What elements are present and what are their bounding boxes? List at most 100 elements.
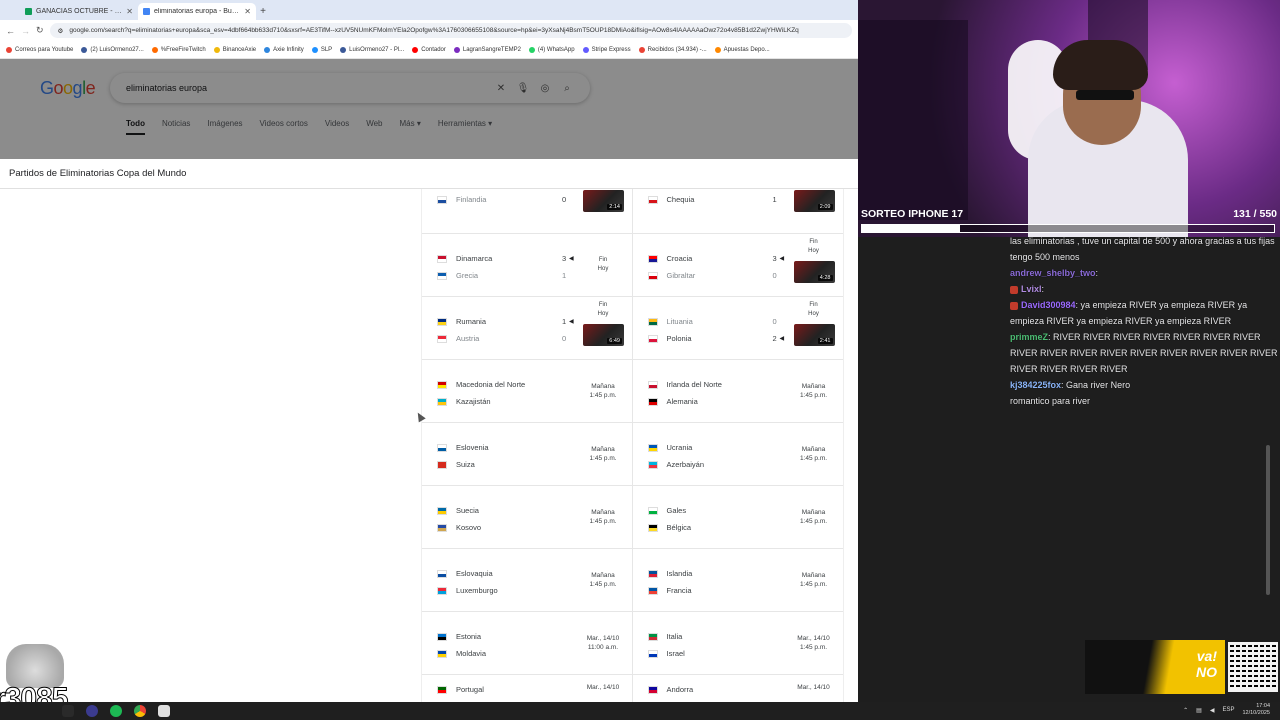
team-name: Portugal — [456, 685, 484, 694]
bookmark-item[interactable]: BinanceAxie — [213, 46, 256, 53]
video-thumbnail[interactable]: 2:41 — [793, 324, 835, 346]
flag-icon — [437, 460, 447, 469]
bookmark-item[interactable]: (4) WhatsApp — [528, 46, 575, 53]
match-card[interactable]: Eslovaquia Luxemburgo Mañana 1:45 p.m. — [422, 549, 633, 611]
match-card[interactable]: Andorra Mar., 14/10 — [633, 675, 844, 702]
team-name: Gales — [666, 506, 687, 515]
video-thumbnail[interactable]: 2:09 — [793, 190, 835, 212]
team-name: Eslovaquia — [456, 569, 493, 578]
chat-scrollbar[interactable] — [1266, 445, 1270, 595]
match-card[interactable]: Suecia Kosovo Mañana 1:45 p.m. — [422, 486, 633, 548]
team: Austria — [437, 334, 479, 343]
chat-username[interactable]: David300984 — [1021, 300, 1076, 310]
bookmark-item[interactable]: Contador — [412, 46, 446, 53]
match-time: Mañana 1:45 p.m. — [589, 446, 617, 462]
giveaway-progress-bar — [861, 224, 1275, 233]
match-row: Eslovenia Suiza Mañana 1:45 p.m. Ucrania Aze… — [422, 423, 843, 486]
chat-username[interactable]: Lvixl — [1021, 284, 1042, 294]
match-row: Rumania 1 ◀ Austria 0 Fin Hoy 6:49 Lituania 0 Pol… — [422, 297, 843, 360]
team: Suecia — [437, 506, 479, 515]
reload-icon[interactable]: ↻ — [36, 25, 44, 36]
team-name: Chequia — [666, 195, 695, 204]
chrome-icon[interactable] — [134, 705, 146, 717]
close-tab-icon[interactable]: ✕ — [244, 7, 251, 16]
team-name: Islandia — [666, 569, 693, 578]
team-name: Alemania — [666, 397, 698, 406]
taskbar: ⌃ ▤ ◀ ESP 17:04 12/10/2025 — [0, 702, 1280, 720]
close-tab-icon[interactable]: ✕ — [126, 7, 133, 16]
chat-username[interactable]: primmeZ — [1010, 332, 1048, 342]
match-status: Fin Hoy — [597, 257, 609, 272]
tray-chevron-icon[interactable]: ⌃ — [1183, 707, 1188, 714]
match-card[interactable]: Gales Bélgica Mañana 1:45 p.m. — [633, 486, 844, 548]
bookmark-item[interactable]: Apuestas Depo... — [714, 46, 770, 53]
bookmark-item[interactable]: %FreeFireTwitch — [151, 46, 206, 53]
match-card[interactable]: Eslovenia Suiza Mañana 1:45 p.m. — [422, 423, 633, 485]
obs-icon[interactable] — [86, 705, 98, 717]
match-card[interactable]: Estonia Moldavia Mar., 14/10 11:00 a.m. — [422, 612, 633, 674]
address-bar[interactable]: ⚙ google.com/search?q=eliminatorias+euro… — [49, 23, 852, 38]
match-card[interactable]: Irlanda del Norte Alemania Mañana 1:45 p.m… — [633, 360, 844, 422]
bookmark-item[interactable]: LagranSangreTEMP2 — [453, 46, 521, 53]
match-card[interactable]: Macedonia del Norte Kazajistán Mañana 1:45… — [422, 360, 633, 422]
bookmark-item[interactable]: Correos para Youtube — [6, 46, 73, 53]
new-tab-button[interactable]: + — [256, 3, 270, 20]
chat-username[interactable]: kj384225fox — [1010, 380, 1061, 390]
match-card[interactable]: Italia Israel Mar., 14/10 1:45 p.m. — [633, 612, 844, 674]
bookmark-item[interactable]: (2) LuisOrmeno27... — [81, 46, 144, 53]
flag-icon — [437, 397, 447, 406]
volume-icon[interactable]: ◀ — [1210, 707, 1215, 714]
back-icon[interactable]: ← — [6, 26, 15, 36]
spotify-icon[interactable] — [110, 705, 122, 717]
bookmark-item[interactable]: Axie Infinity — [264, 46, 304, 53]
team: Ucrania — [647, 443, 692, 452]
video-thumbnail[interactable]: 6:49 — [583, 324, 624, 346]
sponsor-text-2: NO — [1196, 664, 1217, 680]
team-name: Polonia — [666, 334, 692, 343]
bookmark-item[interactable]: Stripe Express — [582, 46, 631, 53]
match-card[interactable]: Islandia Francia Mañana 1:45 p.m. — [633, 549, 844, 611]
match-card[interactable]: Finlandia 0 2:14 — [422, 189, 633, 233]
webcam-feed — [858, 0, 1280, 237]
team: Francia — [647, 586, 692, 595]
match-card[interactable]: Portugal Mar., 14/10 — [422, 675, 633, 702]
team-name: Andorra — [666, 685, 694, 694]
language-indicator[interactable]: ESP — [1222, 707, 1234, 713]
match-card[interactable]: Ucrania Azerbaiyán Mañana 1:45 p.m. — [633, 423, 844, 485]
tab-hojas[interactable]: GANACIAS OCTUBRE - Hojas de cálculo ✕ — [20, 3, 138, 20]
match-card[interactable]: Lituania 0 Polonia 2 ◀ Fin Hoy 2:41 — [633, 297, 844, 359]
tab-google-search[interactable]: eliminatorias europa - Buscar con Google… — [138, 3, 256, 20]
bookmark-icon — [6, 46, 12, 53]
chat-username[interactable]: andrew_shelby_two — [1010, 268, 1096, 278]
team: Grecia — [437, 271, 478, 280]
video-thumbnail[interactable]: 4:28 — [793, 261, 835, 283]
flag-icon — [437, 317, 447, 326]
chat-text: : RIVER RIVER RIVER RIVER RIVER RIVER RI… — [1010, 332, 1278, 374]
site-info-icon[interactable]: ⚙ — [58, 27, 64, 35]
bookmark-icon — [264, 46, 271, 53]
flag-icon — [647, 632, 658, 641]
flag-icon — [647, 195, 658, 204]
match-time: Mar., 14/10 1:45 p.m. — [797, 635, 830, 651]
app-icon[interactable] — [158, 705, 170, 717]
flag-icon — [437, 254, 447, 263]
giveaway-label: SORTEO IPHONE 17 — [861, 208, 964, 220]
team-name: Croacia — [666, 254, 693, 263]
forward-icon[interactable]: → — [21, 26, 30, 36]
bookmark-icon — [714, 46, 721, 53]
match-card[interactable]: Croacia 3 ◀ Gibraltar 0 Fin Hoy 4:28 — [633, 234, 844, 296]
match-card[interactable]: Dinamarca 3 ◀ Grecia 1 Fin Hoy — [422, 234, 633, 296]
match-card[interactable]: Chequia 1 2:09 — [633, 189, 844, 233]
video-thumbnail[interactable]: 2:14 — [583, 190, 624, 212]
windows-start-icon[interactable] — [62, 705, 74, 717]
winner-arrow-icon: ◀ — [779, 256, 785, 262]
clock[interactable]: 17:04 12/10/2025 — [1242, 703, 1270, 717]
bookmark-item[interactable]: LuisOrmeno27 - Pl... — [340, 46, 404, 53]
flag-icon — [647, 586, 658, 595]
network-icon[interactable]: ▤ — [1196, 707, 1202, 714]
match-card[interactable]: Rumania 1 ◀ Austria 0 Fin Hoy 6:49 — [422, 297, 633, 359]
bookmark-item[interactable]: SLP — [311, 46, 332, 53]
sheets-icon — [25, 8, 32, 15]
bookmark-item[interactable]: Recibidos (34.934) -... — [638, 46, 707, 53]
match-status: Fin Hoy — [808, 239, 819, 254]
